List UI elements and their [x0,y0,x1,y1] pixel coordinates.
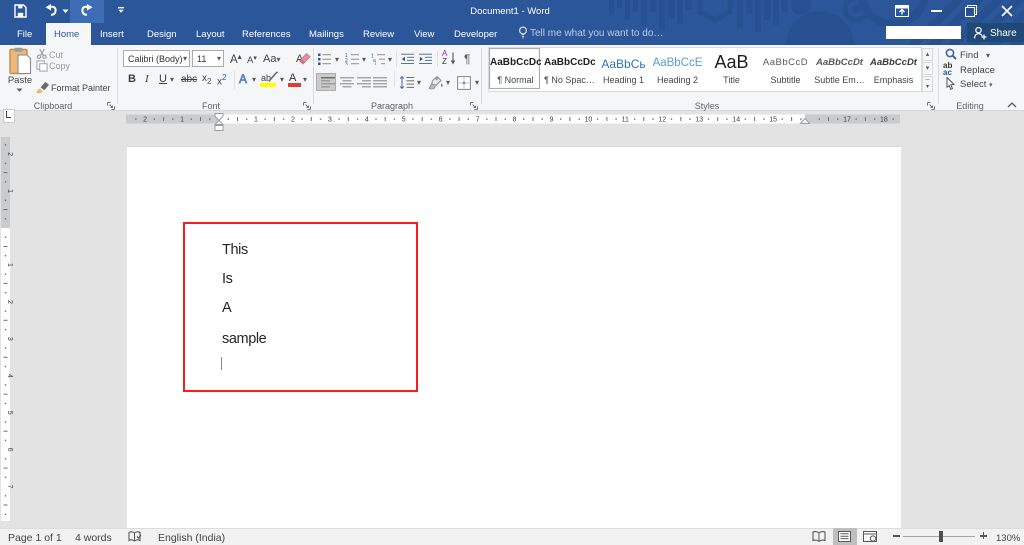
svg-text:2: 2 [291,117,295,124]
svg-text:15: 15 [769,117,777,124]
svg-text:3: 3 [345,62,348,65]
svg-text:5: 5 [6,411,13,415]
svg-text:7: 7 [476,117,480,124]
svg-text:2: 2 [6,152,13,156]
svg-text:4: 4 [365,117,369,124]
svg-text:17: 17 [843,117,851,124]
svg-text:1: 1 [6,189,13,193]
svg-text:12: 12 [658,117,666,124]
svg-text:14: 14 [732,117,740,124]
svg-text:1: 1 [180,117,184,124]
svg-text:4: 4 [6,374,13,378]
svg-text:8: 8 [513,117,517,124]
svg-text:2: 2 [143,117,147,124]
svg-text:18: 18 [880,117,888,124]
svg-text:10: 10 [585,117,593,124]
svg-text:7: 7 [6,485,13,489]
svg-text:5: 5 [402,117,406,124]
svg-text:3: 3 [328,117,332,124]
svg-text:13: 13 [695,117,703,124]
svg-text:11: 11 [622,117,629,124]
svg-text:1: 1 [254,117,258,124]
svg-text:i: i [375,62,376,65]
svg-text:6: 6 [6,448,13,452]
svg-text:2: 2 [6,300,13,304]
svg-text:1: 1 [6,263,13,267]
svg-text:6: 6 [439,117,443,124]
svg-text:3: 3 [6,337,13,341]
svg-text:9: 9 [550,117,554,124]
